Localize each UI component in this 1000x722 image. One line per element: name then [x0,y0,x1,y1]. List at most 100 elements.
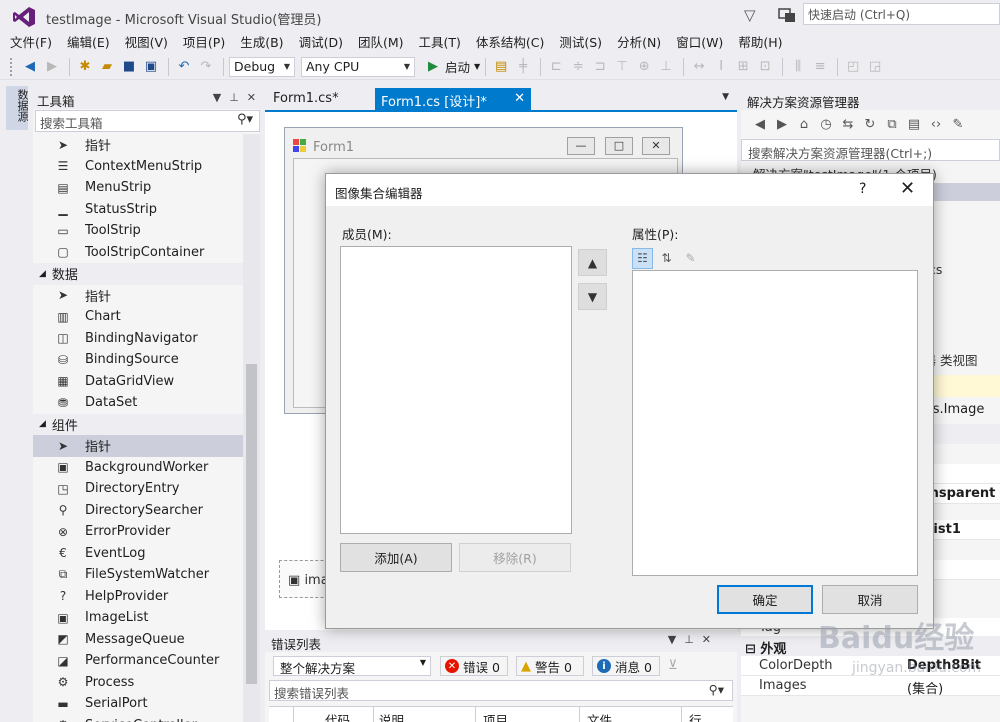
toolbox-item[interactable]: ⚙ ServiceController [33,715,243,722]
wrench-icon[interactable]: ✎ [680,248,701,269]
chevron-down-icon[interactable]: ▼ [213,91,221,104]
configuration-select[interactable]: Debug ▼ [229,56,295,77]
navigate-back-icon[interactable]: ◀ [20,57,40,77]
alphabetical-sort-icon[interactable]: ⇅ [656,248,677,269]
data-sources-tab[interactable]: 数据源 [6,86,29,130]
open-file-icon[interactable]: ▰ [97,57,117,77]
column-project[interactable]: 项目 [483,710,508,722]
chevron-down-icon[interactable]: ▼ [668,633,676,646]
pin-icon[interactable]: ⊥ [684,633,694,646]
toolbox-item[interactable]: ⚙ Process [33,672,243,694]
menu-project[interactable]: 项目(P) [177,32,234,54]
home-icon[interactable]: ⌂ [793,114,815,134]
align-right-icon[interactable]: ⊐ [590,57,610,77]
toolbox-item[interactable]: ⛁ BindingSource [33,349,243,371]
show-all-files-icon[interactable]: ▤ [903,114,925,134]
start-button-label[interactable]: 启动 [445,57,470,76]
undo-icon[interactable]: ↶ [174,57,194,77]
toolbox-item[interactable]: ◪ PerformanceCounter [33,650,243,672]
column-line[interactable]: 行 [689,710,702,722]
close-icon[interactable]: ✕ [514,91,525,106]
pin-icon[interactable]: ⊥ [229,91,239,104]
start-icon[interactable]: ▶ [423,57,443,77]
move-down-button[interactable]: ▼ [578,283,607,310]
toolbox-item[interactable]: ▭ ToolStrip [33,220,243,242]
properties-wrench-icon[interactable]: ✎ [947,114,969,134]
tab-form1-code[interactable]: Form1.cs* [267,88,371,110]
search-icon[interactable]: ⚲▾ [237,112,253,127]
collapse-all-icon[interactable]: ⧉ [881,114,903,134]
same-size-icon[interactable]: ⊞ [733,57,753,77]
pending-changes-icon[interactable]: ◷ [815,114,837,134]
horizontal-spacing-icon[interactable]: ⫼ [788,57,808,77]
size-to-grid-icon[interactable]: ⊡ [755,57,775,77]
notification-filter-icon[interactable]: ▽ [744,6,756,24]
close-icon[interactable]: ✕ [702,633,711,646]
send-to-back-icon[interactable]: ◲ [865,57,885,77]
menu-help[interactable]: 帮助(H) [732,32,791,54]
back-icon[interactable]: ◀ [749,114,771,134]
toolbox-item[interactable]: ? HelpProvider [33,586,243,608]
align-center-icon[interactable]: ≑ [568,57,588,77]
find-in-files-icon[interactable]: ▤ [491,57,511,77]
close-icon[interactable]: ✕ [900,178,915,199]
toolbox-item[interactable]: ⚲ DirectorySearcher [33,500,243,522]
toolbox-item[interactable]: ◳ DirectoryEntry [33,478,243,500]
solution-explorer-search-input[interactable]: 搜索解决方案资源管理器(Ctrl+;) [741,139,1000,161]
chevron-down-icon[interactable]: ▼ [722,92,729,102]
view-code-icon[interactable]: ‹› [925,114,947,134]
toolbox-item[interactable]: ➤ 指针 [33,134,243,156]
align-bottom-icon[interactable]: ⊥ [656,57,676,77]
column-file[interactable]: 文件 [587,710,612,722]
toolbox-item[interactable]: ➤ 指针 [33,285,243,307]
align-middle-icon[interactable]: ⊕ [634,57,654,77]
members-list[interactable] [340,246,572,534]
menu-team[interactable]: 团队(M) [352,32,413,54]
add-button[interactable]: 添加(A) [340,543,452,572]
column-description[interactable]: 说明 [379,710,404,722]
menu-test[interactable]: 测试(S) [553,32,611,54]
menu-window[interactable]: 窗口(W) [670,32,732,54]
toolbox-item[interactable]: € EventLog [33,543,243,565]
toolbox-scrollbar-thumb[interactable] [246,364,257,684]
toolbox-item[interactable]: ▦ DataGridView [33,371,243,393]
error-scope-select[interactable]: 整个解决方案 ▼ [273,656,431,676]
expand-triangle-icon[interactable]: ◢ [39,269,46,279]
property-grid[interactable] [632,270,918,576]
remove-button[interactable]: 移除(R) [459,543,571,572]
refresh-icon[interactable]: ↻ [859,114,881,134]
errors-filter-button[interactable]: ✕ 错误 0 [440,656,508,676]
same-height-icon[interactable]: I [711,57,731,77]
platform-select[interactable]: Any CPU ▼ [301,56,415,77]
menu-architecture[interactable]: 体系结构(C) [470,32,553,54]
search-icon[interactable]: ⚲▾ [709,682,724,697]
toolbox-item[interactable]: ▥ Chart [33,306,243,328]
toolbox-item[interactable]: ▤ MenuStrip [33,177,243,199]
align-icon[interactable]: ╪ [513,57,533,77]
menu-edit[interactable]: 编辑(E) [61,32,119,54]
menu-build[interactable]: 生成(B) [234,32,292,54]
tab-form1-design[interactable]: Form1.cs [设计]* ✕ [375,88,531,110]
toolbox-item[interactable]: ⛃ DataSet [33,392,243,414]
toolbox-item[interactable]: ◩ MessageQueue [33,629,243,651]
toolbox-group-header[interactable]: ◢ 组件 [33,413,243,435]
messages-filter-button[interactable]: i 消息 0 [592,656,660,676]
toolbox-item[interactable]: ⊗ ErrorProvider [33,521,243,543]
quick-launch-input[interactable]: 快速启动 (Ctrl+Q) [803,3,1000,25]
toolbox-item[interactable]: ▣ BackgroundWorker [33,457,243,479]
menu-analyze[interactable]: 分析(N) [611,32,670,54]
toolbox-item[interactable]: ▁ StatusStrip [33,199,243,221]
toolbox-search-input[interactable]: 搜索工具箱 ⚲▾ [35,110,260,132]
toolbox-item[interactable]: ▣ ImageList [33,607,243,629]
categorized-icon[interactable]: ☷ [632,247,653,269]
forward-icon[interactable]: ▶ [771,114,793,134]
chevron-down-icon[interactable]: ▼ [474,62,480,71]
toolbar-grip[interactable] [10,57,14,76]
menu-view[interactable]: 视图(V) [119,32,177,54]
toolbox-item[interactable]: ▢ ToolStripContainer [33,242,243,264]
toolbox-item[interactable]: ◫ BindingNavigator [33,328,243,350]
move-up-button[interactable]: ▲ [578,249,607,276]
close-icon[interactable]: ✕ [247,91,256,104]
toolbox-group-header[interactable]: ◢ 数据 [33,263,243,285]
align-top-icon[interactable]: ⊤ [612,57,632,77]
